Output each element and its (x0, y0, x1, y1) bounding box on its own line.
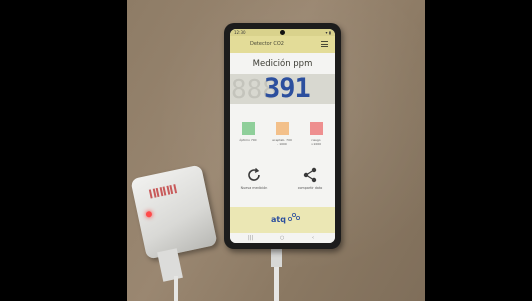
android-nav-bar: ||| ○ ‹ (230, 233, 335, 243)
phone-usb-plug (271, 249, 282, 267)
legend-label-risk: riesgo >1000 (310, 138, 322, 146)
ppm-display: 888 391 (230, 73, 335, 105)
new-measurement-label: Nueva medición (240, 186, 268, 190)
ppm-reading: 391 (264, 73, 311, 104)
nav-home-button[interactable]: ○ (280, 235, 284, 241)
app-header: Detector CO2 (230, 36, 335, 53)
share-icon (303, 167, 317, 183)
menu-icon[interactable] (321, 41, 328, 47)
app-title: Detector CO2 (250, 41, 284, 47)
legend-swatch-acceptable (275, 122, 289, 135)
status-icons: ▾ ▮ (325, 30, 331, 35)
legend-swatch-optimal (241, 122, 255, 135)
app-footer: atq (230, 207, 335, 233)
legend-label-optimal: óptimo 700 (239, 138, 257, 142)
legend-label-acceptable: aceptab. 700 - 1000 (272, 138, 292, 146)
phone-screen: 12:30 ▾ ▮ Detector CO2 Medición ppm 888 … (230, 29, 335, 243)
front-camera (280, 30, 285, 35)
share-label: compartir dato (297, 186, 323, 190)
atq-logo: atq (271, 215, 286, 224)
sensor-led (145, 210, 153, 218)
share-button[interactable]: compartir dato (292, 167, 328, 190)
refresh-icon (248, 167, 260, 181)
status-time: 12:30 (234, 30, 246, 35)
legend-acceptable: aceptab. 700 - 1000 (272, 122, 292, 146)
nav-recent-button[interactable]: ||| (248, 235, 253, 241)
measurement-heading: Medición ppm (252, 59, 313, 69)
legend-swatch-risk (309, 122, 323, 135)
letterbox-left (0, 0, 127, 301)
status-bar: 12:30 ▾ ▮ (230, 29, 335, 36)
video-frame: 12:30 ▾ ▮ Detector CO2 Medición ppm 888 … (0, 0, 532, 301)
letterbox-right (425, 0, 532, 301)
smartphone: 12:30 ▾ ▮ Detector CO2 Medición ppm 888 … (224, 23, 341, 249)
new-measurement-button[interactable]: Nueva medición (236, 167, 272, 190)
nav-back-button[interactable]: ‹ (312, 235, 314, 241)
legend-optimal: óptimo 700 (238, 122, 258, 142)
legend-risk: riesgo >1000 (306, 122, 326, 146)
sensor-vents (148, 177, 181, 199)
sensor-cable (174, 276, 178, 301)
logo-icon (288, 212, 300, 221)
